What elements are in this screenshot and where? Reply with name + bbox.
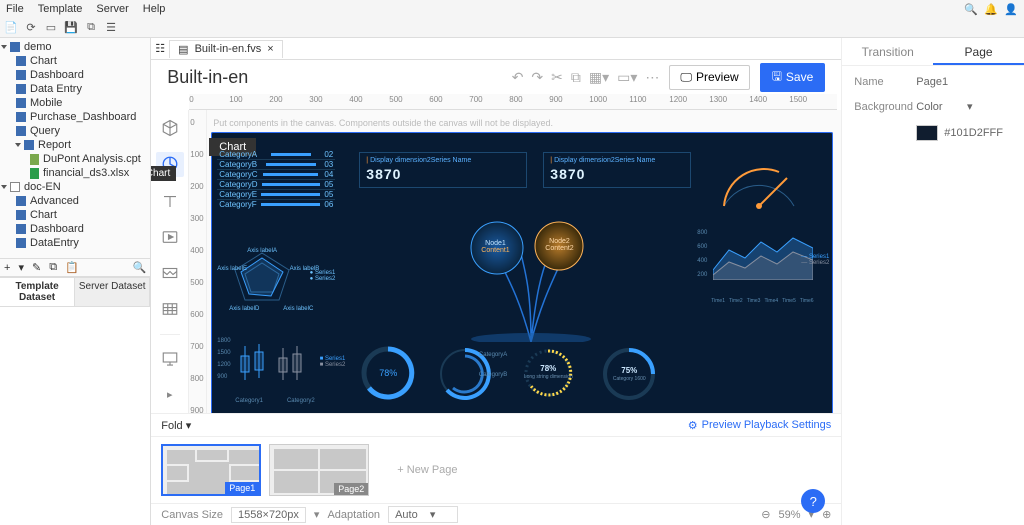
bg-select[interactable]: Color ▾ (916, 100, 1012, 113)
zoom-out-icon[interactable]: ⊖ (761, 508, 770, 521)
save-button[interactable]: 🖫Save (760, 63, 826, 92)
cut-icon[interactable]: ✂ (551, 69, 563, 86)
page-thumb-2[interactable]: Page2 (269, 444, 369, 496)
canvas-size-value[interactable]: 1558×720px (231, 507, 306, 523)
component-rail: Chart ▸ (151, 110, 189, 413)
zoom-value: 59% (779, 509, 801, 521)
clipboard-icon[interactable]: ⧉ (571, 69, 581, 86)
zoom-in-icon[interactable]: ⊕ (822, 508, 831, 521)
file-tabbar: ☷ ▤ Built-in-en.fvs × (151, 38, 841, 60)
kpi-title: | Display dimension2Series Name (366, 157, 520, 164)
tool-monitor[interactable] (156, 346, 184, 370)
paste-icon[interactable]: 📋 (65, 261, 79, 274)
copy-icon[interactable]: ⧉ (49, 261, 57, 274)
tool-chart[interactable]: Chart (156, 152, 184, 176)
align-icon[interactable]: ▦▾ (589, 69, 609, 86)
color-hex[interactable]: #101D2FFF (944, 127, 1003, 139)
ruler-vertical: 0100200300400500600700800900 (189, 110, 207, 413)
search-icon[interactable]: 🔍 (964, 2, 978, 16)
pages-strip: Page1 Page2 + New Page (151, 437, 841, 503)
file-tab[interactable]: ▤ Built-in-en.fvs × (169, 40, 282, 58)
tool-container[interactable] (156, 261, 184, 285)
menu-file[interactable]: File (6, 3, 24, 15)
notification-icon[interactable]: 🔔 (984, 2, 998, 16)
tool-expand[interactable]: ▸ (156, 383, 184, 407)
chevron-down-icon[interactable]: ▾ (18, 261, 24, 274)
dataset-tabs: Template Dataset Server Dataset (0, 276, 150, 307)
doc-header: Built-in-en ↶ ↷ ✂ ⧉ ▦▾ ▭▾ ⋯ 🖵Preview 🖫Sa… (151, 60, 841, 94)
color-swatch[interactable] (916, 125, 938, 141)
layer-icon[interactable]: ▭▾ (617, 69, 637, 86)
copy-icon[interactable]: ⧉ (84, 21, 98, 35)
bar-row: CategoryA02 (217, 150, 335, 160)
disk-icon: 🖫 (772, 67, 782, 88)
tool-text[interactable] (156, 189, 184, 213)
dataset-toolbar: + ▾ ✎ ⧉ 📋 🔍 (0, 258, 150, 276)
name-label: Name (854, 76, 916, 88)
home-icon[interactable]: ☷ (155, 42, 165, 55)
page-label: Page2 (334, 483, 368, 495)
properties-panel: Transition Page NamePage1 BackgroundColo… (841, 38, 1024, 525)
new-page-button[interactable]: + New Page (397, 464, 457, 476)
gear-icon: ⚙ (688, 419, 698, 432)
tool-media[interactable] (156, 225, 184, 249)
open-icon[interactable]: ▭ (44, 21, 58, 35)
fold-bar: Fold ▾ ⚙Preview Playback Settings (151, 413, 841, 437)
preview-button[interactable]: 🖵Preview (669, 65, 749, 90)
tool-table[interactable] (156, 297, 184, 321)
refresh-icon[interactable]: ⟳ (24, 21, 38, 35)
playback-settings-link[interactable]: ⚙Preview Playback Settings (688, 419, 832, 432)
page-thumb-1[interactable]: Page1 (161, 444, 261, 496)
bg-label: Background (854, 101, 916, 113)
adaptation-label: Adaptation (327, 509, 380, 521)
more-icon[interactable]: ⋯ (645, 69, 659, 86)
fold-toggle[interactable]: Fold ▾ (161, 419, 191, 432)
monitor-icon: 🖵 (680, 70, 692, 85)
name-value[interactable]: Page1 (916, 76, 1012, 88)
properties-icon[interactable]: ☰ (104, 21, 118, 35)
add-icon[interactable]: + (4, 262, 10, 274)
canvas-viewport[interactable]: 0100200300400500600700800900 Put compone… (189, 110, 841, 413)
chevron-down-icon[interactable]: ▾ (314, 508, 320, 521)
project-tree[interactable]: demo Chart Dashboard Data Entry Mobile P… (0, 38, 150, 258)
dataset-body (0, 307, 150, 525)
save-icon[interactable]: 💾 (64, 21, 78, 35)
file-icon: ▤ (178, 43, 188, 56)
doc-title: Built-in-en (167, 67, 248, 88)
adaptation-select[interactable]: Auto ▾ (388, 506, 458, 523)
dashboard-canvas[interactable]: Chart CategoryA02 CategoryB03 CategoryC0… (211, 132, 833, 413)
new-icon[interactable]: 📄 (4, 21, 18, 35)
canvas-hint: Put components in the canvas. Components… (211, 116, 833, 132)
user-icon[interactable]: 👤 (1004, 2, 1018, 16)
menubar: File Template Server Help 🔍 🔔 👤 (0, 0, 1024, 18)
top-toolbar: 📄 ⟳ ▭ 💾 ⧉ ☰ (0, 18, 1024, 38)
menu-template[interactable]: Template (38, 3, 83, 15)
page-label: Page1 (225, 482, 259, 494)
tab-server-dataset[interactable]: Server Dataset (75, 277, 150, 307)
tab-transition[interactable]: Transition (842, 38, 933, 65)
tool-cube[interactable] (156, 116, 184, 140)
undo-icon[interactable]: ↶ (512, 69, 524, 86)
canvas-size-label: Canvas Size (161, 509, 223, 521)
tab-page[interactable]: Page (933, 38, 1024, 65)
file-tab-label: Built-in-en.fvs (195, 43, 262, 55)
editor-area: ☷ ▤ Built-in-en.fvs × Built-in-en ↶ ↷ ✂ … (151, 38, 841, 525)
kpi-value: 3870 (366, 166, 520, 182)
status-bar: Canvas Size 1558×720px ▾ Adaptation Auto… (151, 503, 841, 525)
menu-server[interactable]: Server (96, 3, 128, 15)
left-panel: demo Chart Dashboard Data Entry Mobile P… (0, 38, 151, 525)
redo-icon[interactable]: ↷ (531, 69, 543, 86)
tab-template-dataset[interactable]: Template Dataset (0, 277, 75, 307)
tool-tooltip: Chart (151, 166, 176, 181)
close-icon[interactable]: × (267, 43, 273, 55)
ruler-horizontal: 0100200300400500600700800900100011001200… (189, 94, 837, 110)
edit-icon[interactable]: ✎ (32, 261, 41, 274)
search-icon[interactable]: 🔍 (133, 261, 147, 274)
menu-help[interactable]: Help (143, 3, 166, 15)
